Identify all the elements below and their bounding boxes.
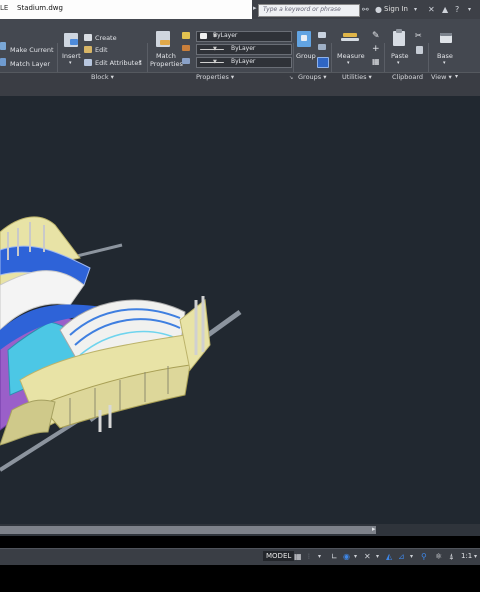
calculator-icon[interactable]: ▦	[372, 57, 380, 66]
panel-title-properties[interactable]: Properties ▾	[196, 73, 234, 81]
cut-icon[interactable]: ✂	[415, 31, 422, 40]
lineweight-dropdown[interactable]: ByLayer ▼	[196, 57, 292, 68]
color-dropdown[interactable]: ByLayer ▼	[196, 31, 292, 42]
panel-title-clipboard[interactable]: Clipboard	[392, 73, 423, 81]
binoculars-icon[interactable]: ⚯	[362, 5, 369, 14]
match-layer-button[interactable]: Match Layer	[10, 60, 50, 68]
paste-button[interactable]: Paste	[391, 52, 409, 60]
drawing-viewport[interactable]	[0, 96, 480, 524]
paste-clip-icon	[396, 29, 402, 33]
color-wheel-icon[interactable]	[182, 32, 190, 39]
snap-chevron-icon[interactable]: ▾	[318, 553, 321, 560]
linetype-dropdown[interactable]: ByLayer ▼	[196, 44, 292, 55]
group-button[interactable]: Group	[296, 52, 316, 60]
exchange-icon[interactable]: ✕	[428, 5, 435, 14]
panel-title-utilities[interactable]: Utilities ▾	[342, 73, 372, 81]
title-bar: LE Stadium.dwg ▸ Type a keyword or phras…	[0, 0, 480, 20]
insert-chevron-icon[interactable]: ▾	[69, 60, 72, 66]
annotation-scale-icon[interactable]: ⍋	[449, 552, 454, 562]
panel-title-view[interactable]: View ▾	[431, 73, 452, 81]
status-bar: MODEL ▦ ⋮ ▾ ∟ ◉ ▾ ✕ ▾ ◭ ⊿ ▾ ⚲ ⚛ ⍋ 1:1 ▾	[0, 548, 480, 565]
properties-launcher-icon[interactable]: ↘	[289, 75, 293, 81]
grid-icon[interactable]: ▦	[294, 552, 302, 561]
group-inner-icon	[301, 35, 307, 41]
scrollbar-thumb[interactable]	[0, 526, 376, 534]
base-chevron-icon[interactable]: ▾	[443, 60, 446, 66]
base-view-top-icon	[440, 33, 452, 36]
polar-chevron-icon[interactable]: ▾	[354, 553, 357, 560]
snap-icon[interactable]: ⋮	[306, 553, 312, 560]
isodraft-chevron-icon[interactable]: ▾	[376, 553, 379, 560]
make-current-icon[interactable]	[0, 42, 6, 50]
osnap-chevron-icon[interactable]: ▾	[410, 553, 413, 560]
sign-in-button[interactable]: Sign In	[384, 5, 408, 13]
chevron-down-icon: ▼	[213, 33, 217, 39]
document-title: Stadium.dwg	[17, 4, 63, 12]
window-bottom-border	[0, 565, 480, 592]
match-layer-icon[interactable]	[0, 58, 6, 66]
stay-connected-icon[interactable]: ▲	[442, 5, 448, 14]
edit-block-icon[interactable]	[84, 46, 92, 53]
measure-button[interactable]: Measure	[337, 52, 365, 60]
quick-select-icon[interactable]: ✎	[372, 31, 380, 41]
edit-attributes-icon[interactable]	[84, 59, 92, 66]
insert-button[interactable]: Insert	[62, 52, 81, 60]
object-snap-icon[interactable]: ◭	[386, 552, 392, 561]
polar-tracking-icon[interactable]: ◉	[343, 552, 350, 561]
user-icon[interactable]: ●	[375, 5, 382, 14]
panel-title-block[interactable]: Block ▾	[91, 73, 114, 81]
linetype-icon[interactable]	[182, 45, 190, 51]
measure-ruler-icon[interactable]	[341, 38, 359, 41]
edit-block-button[interactable]: Edit	[95, 46, 108, 54]
isodraft-icon[interactable]: ✕	[364, 552, 371, 561]
ungroup-icon[interactable]	[318, 32, 326, 38]
base-button[interactable]: Base	[437, 52, 453, 60]
group-selection-icon[interactable]	[317, 57, 329, 68]
ortho-icon[interactable]: ∟	[331, 552, 338, 561]
make-current-button[interactable]: Make Current	[10, 46, 54, 54]
measure-chevron-icon[interactable]: ▾	[347, 60, 350, 66]
model-space-toggle[interactable]: MODEL	[263, 551, 295, 561]
copy-icon[interactable]	[416, 46, 423, 54]
app-name-fragment: LE	[0, 4, 9, 12]
create-block-button[interactable]: Create	[95, 34, 117, 42]
paste-chevron-icon[interactable]: ▾	[397, 60, 400, 66]
chevron-down-icon: ▼	[213, 46, 217, 52]
search-arrow-icon[interactable]: ▸	[253, 4, 257, 12]
create-block-icon[interactable]	[84, 34, 92, 41]
annotation-scale-value[interactable]: 1:1	[461, 552, 472, 560]
match-properties-label-2[interactable]: Properties	[150, 60, 183, 68]
stadium-3d-model	[0, 216, 242, 472]
help-icon[interactable]: ?	[455, 5, 459, 14]
document-tab[interactable]: LE Stadium.dwg	[0, 0, 252, 20]
measure-icon	[343, 33, 357, 37]
id-point-icon[interactable]: +	[372, 44, 380, 54]
chevron-down-icon[interactable]: ▾	[414, 6, 417, 13]
edit-attributes-chevron-icon[interactable]: ▾	[139, 59, 142, 65]
insert-block-badge-icon	[70, 39, 78, 45]
panel-title-groups[interactable]: Groups ▾	[298, 73, 327, 81]
lineweight-icon[interactable]	[182, 58, 190, 64]
horizontal-scrollbar[interactable]: ▸	[0, 524, 480, 536]
color-swatch-icon	[200, 33, 207, 39]
osnap-tracking-icon[interactable]: ⊿	[398, 552, 405, 561]
group-edit-icon[interactable]	[318, 44, 326, 50]
edit-attributes-button[interactable]: Edit Attributes	[95, 59, 142, 67]
search-input[interactable]: Type a keyword or phrase	[258, 4, 360, 17]
help-menu-chevron-icon[interactable]: ▾	[468, 6, 471, 13]
match-properties-label-1[interactable]: Match	[156, 52, 176, 60]
chevron-down-icon: ▼	[213, 59, 217, 65]
match-properties-brush-icon	[160, 40, 170, 45]
annotation-visibility-icon[interactable]: ⚲	[421, 552, 427, 561]
auto-scale-icon[interactable]: ⚛	[435, 552, 442, 561]
scroll-right-icon[interactable]: ▸	[372, 525, 376, 533]
paste-icon[interactable]	[393, 31, 405, 46]
file-tabs-strip	[0, 86, 480, 96]
scale-chevron-icon[interactable]: ▾	[474, 553, 477, 560]
search-placeholder: Type a keyword or phrase	[263, 6, 341, 13]
ribbon-overflow-icon[interactable]: ▾	[455, 73, 458, 80]
